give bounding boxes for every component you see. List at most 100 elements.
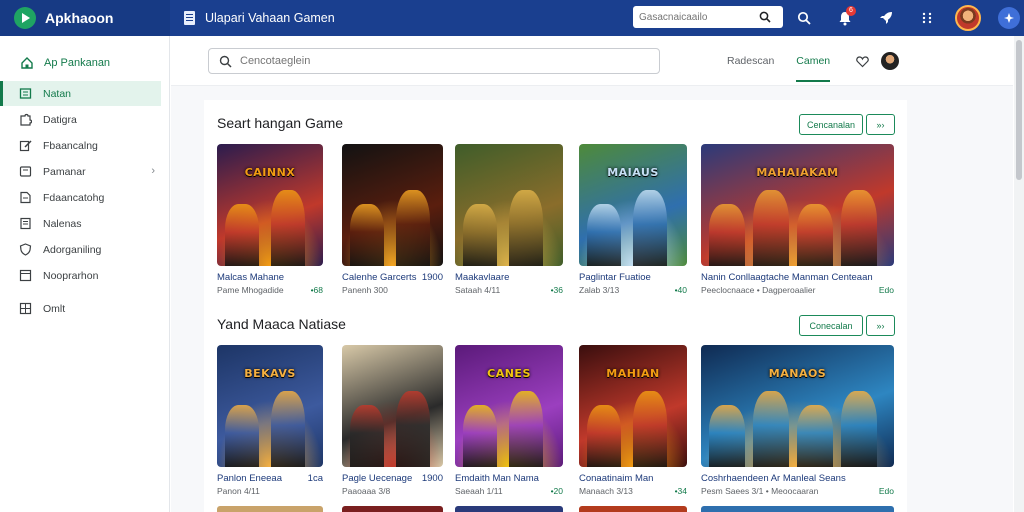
game-card[interactable]: CAINNX Malcas Mahane Pame Mhogadide •68 xyxy=(217,144,323,295)
game-rating-tag: •20 xyxy=(550,486,563,496)
game-meta: Panenh 300 xyxy=(342,285,443,295)
game-logo: CANES xyxy=(487,366,531,380)
game-thumbnail-peek[interactable] xyxy=(455,506,563,512)
character-figure xyxy=(225,405,259,467)
game-meta: Zalab 3/13 •40 xyxy=(579,285,687,295)
tab-radescan[interactable]: Radescan xyxy=(727,36,774,86)
game-thumbnail[interactable]: MANAOS xyxy=(701,345,894,467)
sidebar-item-1[interactable]: Natan xyxy=(0,81,161,106)
section-more-button[interactable]: »› xyxy=(866,114,895,135)
game-meta-text: Peeclocnaace • Dagperoaalier xyxy=(701,285,816,295)
search-button[interactable] xyxy=(790,4,818,32)
sidebar-item-4[interactable]: Pamanar › xyxy=(0,159,161,184)
game-thumbnail-peek[interactable] xyxy=(217,506,323,512)
play-logo-icon xyxy=(14,7,36,29)
game-title-text: Malcas Mahane xyxy=(217,272,285,283)
game-card[interactable]: Calenhe Garcerts 1900 Panenh 300 xyxy=(342,144,443,295)
game-title-text: Panlon Eneeaa xyxy=(217,473,282,484)
section-view-button[interactable]: Conecalan xyxy=(799,315,863,336)
game-title[interactable]: Panlon Eneeaa 1ca xyxy=(217,473,323,484)
game-meta-text: Saeaah 1/11 xyxy=(455,486,503,496)
game-thumbnail[interactable] xyxy=(342,144,443,266)
game-thumbnail[interactable] xyxy=(455,144,563,266)
game-thumbnail-peek[interactable] xyxy=(701,506,894,512)
sidebar-item-8[interactable]: Nooprarhon xyxy=(0,263,161,288)
top-search-input[interactable] xyxy=(639,11,759,23)
section-more-button[interactable]: »› xyxy=(866,315,895,336)
main-search-box[interactable] xyxy=(208,48,660,74)
sidebar-item-label: Pamanar xyxy=(43,165,86,178)
game-title[interactable]: Emdaith Man Nama xyxy=(455,473,563,484)
tab-camen[interactable]: Camen xyxy=(796,36,830,86)
game-title[interactable]: Paglintar Fuatioe xyxy=(579,272,687,283)
game-thumbnail[interactable]: MAHAIAKAM xyxy=(701,144,894,266)
game-card[interactable]: MANAOS Coshrhaendeen Ar Manleal Seans Pesm… xyxy=(701,345,894,496)
game-meta-text: Pame Mhogadide xyxy=(217,285,284,295)
game-thumbnail[interactable]: CAINNX xyxy=(217,144,323,266)
game-card[interactable]: Pagle Uecenage 1900 Paaoaaa 3/8 xyxy=(342,345,443,496)
game-title[interactable]: Pagle Uecenage 1900 xyxy=(342,473,443,484)
game-card[interactable]: CANES Emdaith Man Nama Saeaah 1/11 •20 xyxy=(455,345,563,496)
game-card[interactable]: MAHAIAKAM Nanin Conllaagtache Manman Cent… xyxy=(701,144,894,295)
top-bar: Apkhaoon Ulapari Vahaan Gamen 6 xyxy=(0,0,1024,36)
sidebar-item-6[interactable]: Nalenas xyxy=(0,211,161,236)
sidebar-item-7[interactable]: Adorganiling xyxy=(0,237,161,262)
game-meta: Sataah 4/11 •36 xyxy=(455,285,563,295)
game-thumbnail[interactable]: MAIAUS xyxy=(579,144,687,266)
game-title[interactable]: Coshrhaendeen Ar Manleal Seans xyxy=(701,473,894,484)
main-panel: Radescan Camen Seart hangan Game Cencanal… xyxy=(171,36,1013,512)
game-meta: Paaoaaa 3/8 xyxy=(342,486,443,496)
game-thumbnail[interactable] xyxy=(342,345,443,467)
sidebar-item-2[interactable]: Datigra xyxy=(0,107,161,132)
launch-button[interactable] xyxy=(872,4,900,32)
chevron-right-icon[interactable]: › xyxy=(151,165,155,177)
game-section: Seart hangan Game Cencanalan »› CAINNX Malca… xyxy=(204,100,907,295)
game-thumbnail[interactable]: CANES xyxy=(455,345,563,467)
character-figure xyxy=(841,391,877,467)
sidebar-header-label: Ap Pankanan xyxy=(44,57,111,69)
game-card[interactable]: Maakavlaare Sataah 4/11 •36 xyxy=(455,144,563,295)
apps-button[interactable] xyxy=(913,4,941,32)
sidebar-item-5[interactable]: Fdaancatohg xyxy=(0,185,161,210)
game-card[interactable]: BEKAVS Panlon Eneeaa 1ca Panon 4/11 xyxy=(217,345,323,496)
game-meta: Pame Mhogadide •68 xyxy=(217,285,323,295)
game-title[interactable]: Maakavlaare xyxy=(455,272,563,283)
sidebar-item-3[interactable]: Fbaancalng xyxy=(0,133,161,158)
search-row: Radescan Camen xyxy=(171,36,1013,86)
game-title[interactable]: Conaatinaim Man xyxy=(579,473,687,484)
heart-check-button[interactable] xyxy=(852,51,872,71)
sidebar-item-9[interactable]: Omlt xyxy=(0,296,161,321)
game-title[interactable]: Calenhe Garcerts 1900 xyxy=(342,272,443,283)
file-icon xyxy=(18,217,32,231)
game-thumbnail-peek[interactable] xyxy=(579,506,687,512)
game-meta-text: Paaoaaa 3/8 xyxy=(342,486,391,496)
game-thumbnail[interactable]: BEKAVS xyxy=(217,345,323,467)
user-avatar-button[interactable] xyxy=(880,51,900,71)
grid-icon xyxy=(18,302,32,316)
game-price: 1900 xyxy=(421,272,443,283)
character-figure xyxy=(633,190,667,266)
game-price: 1ca xyxy=(307,473,323,484)
edit-icon xyxy=(18,139,32,153)
scrollbar[interactable] xyxy=(1014,36,1024,512)
character-figure xyxy=(350,204,384,266)
game-card[interactable]: MAIAUS Paglintar Fuatioe Zalab 3/13 •40 xyxy=(579,144,687,295)
search-icon[interactable] xyxy=(759,11,771,23)
game-thumbnail-peek[interactable] xyxy=(342,506,443,512)
sidebar: Ap Pankanan Natan Datigra Fbaancalng Pamana… xyxy=(0,36,170,512)
section-view-button[interactable]: Cencanalan xyxy=(799,114,863,135)
game-card[interactable]: MAHIAN Conaatinaim Man Manaach 3/13 •34 xyxy=(579,345,687,496)
main-search-input[interactable] xyxy=(240,55,640,67)
sidebar-header[interactable]: Ap Pankanan xyxy=(0,45,169,81)
notifications-button[interactable]: 6 xyxy=(831,4,859,32)
brand[interactable]: Apkhaoon xyxy=(0,0,170,36)
avatar xyxy=(955,5,981,31)
character-figure xyxy=(225,204,259,266)
game-title[interactable]: Malcas Mahane xyxy=(217,272,323,283)
game-thumbnail[interactable]: MAHIAN xyxy=(579,345,687,467)
profile-button[interactable] xyxy=(954,4,982,32)
game-title[interactable]: Nanin Conllaagtache Manman Centeaan xyxy=(701,272,894,283)
top-search-box[interactable] xyxy=(633,6,783,28)
scroll-thumb[interactable] xyxy=(1016,40,1022,180)
account-button[interactable] xyxy=(995,4,1023,32)
